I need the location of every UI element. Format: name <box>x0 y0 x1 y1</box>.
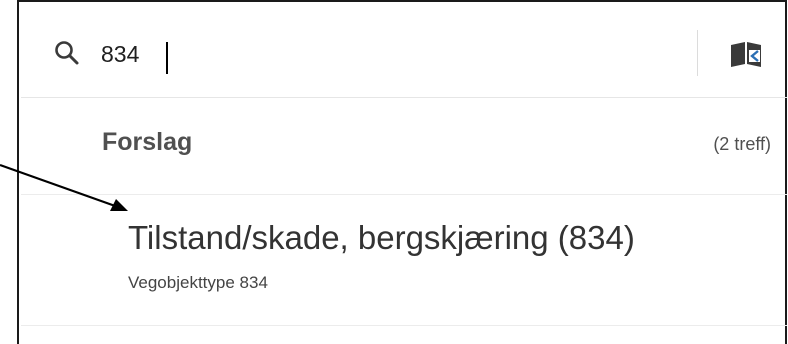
suggestion-item[interactable]: Tilstand/skade, bergskjæring (834) Vegob… <box>21 195 787 326</box>
map-book-icon[interactable] <box>729 40 765 68</box>
suggestions-header: Forslag (2 treff) <box>21 98 787 195</box>
search-icon[interactable] <box>54 40 80 66</box>
search-input[interactable] <box>101 34 661 74</box>
suggestion-title: Tilstand/skade, bergskjæring (834) <box>128 219 635 256</box>
suggestions-count: (2 treff) <box>713 134 771 154</box>
search-bar <box>21 4 787 98</box>
suggestion-subtitle: Vegobjekttype 834 <box>128 273 268 292</box>
search-panel: Forslag (2 treff) Tilstand/skade, bergsk… <box>0 0 788 344</box>
search-dropdown: Forslag (2 treff) Tilstand/skade, bergsk… <box>17 0 787 344</box>
text-caret <box>166 42 168 74</box>
suggestions-title: Forslag <box>102 128 193 156</box>
search-divider <box>697 30 698 76</box>
